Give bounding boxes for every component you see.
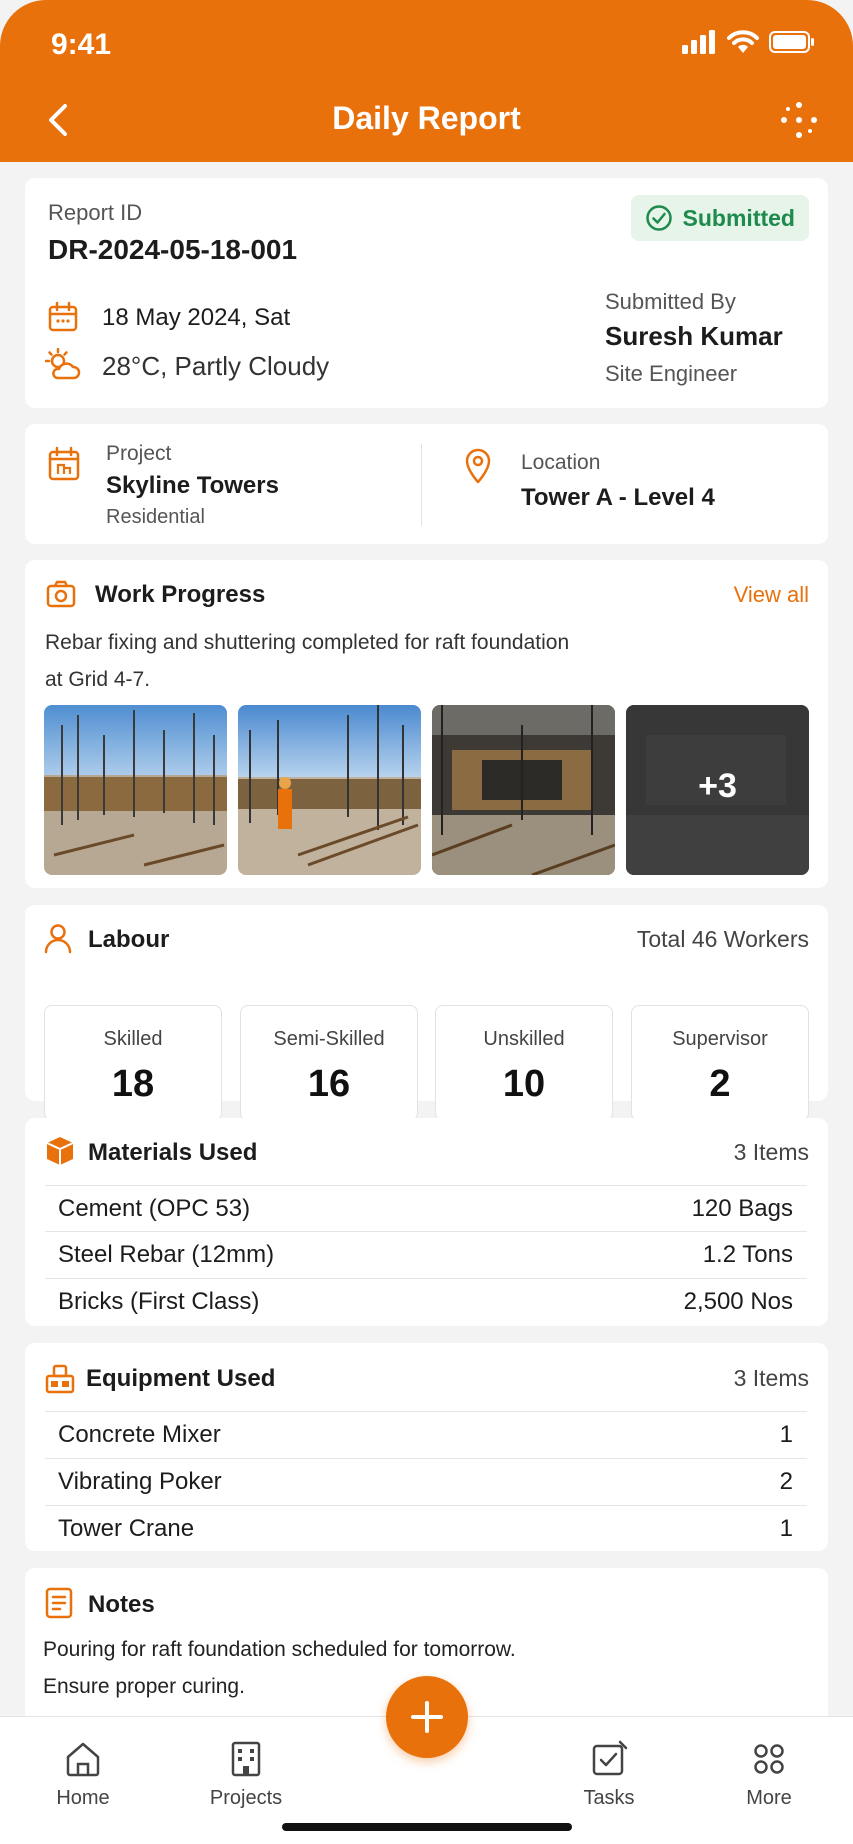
calendar-icon [48,301,78,332]
materials-count: 3 Items [733,1139,809,1165]
report-id-label: Report ID [48,200,143,225]
material-name: Cement (OPC 53) [58,1194,251,1222]
signal-icon [682,30,715,54]
report-summary-card: Report ID DR-2024-05-18-001 Submitted 18… [25,178,828,408]
more-options-button[interactable] [777,98,821,142]
view-all-link[interactable]: View all [734,582,809,608]
status-time: 9:41 [51,28,112,61]
labour-group-label: Unskilled [483,1028,565,1050]
tab-label: Home [56,1787,110,1809]
equipment-name: Concrete Mixer [58,1420,221,1448]
progress-photo[interactable] [432,705,615,875]
equipment-row: Tower Crane 1 [45,1505,807,1551]
tab-tasks[interactable]: Tasks [554,1737,664,1810]
app-header: 9:41 Daily Report [0,0,853,162]
tab-label: More [746,1787,792,1809]
material-row: Bricks (First Class) 2,500 Nos [45,1278,807,1324]
equipment-icon [45,1364,75,1394]
material-name: Bricks (First Class) [58,1287,260,1315]
camera-icon [46,580,76,608]
labour-group-label: Supervisor [672,1028,768,1050]
location-value: Tower A - Level 4 [521,484,715,511]
equipment-qty: 2 [779,1467,793,1495]
status-badge: Submitted [630,195,809,241]
tab-projects[interactable]: Projects [191,1737,301,1810]
home-indicator [282,1823,572,1831]
equipment-qty: 1 [779,1420,793,1448]
notes-line2: Ensure proper curing. [43,1675,245,1698]
project-name: Skyline Towers [106,472,279,499]
material-qty: 2,500 Nos [683,1287,793,1315]
labour-skilled: Skilled 18 [44,1005,222,1121]
notes-icon [45,1587,73,1619]
weather-text: 28°C, Partly Cloudy [102,351,330,381]
report-id: DR-2024-05-18-001 [48,234,298,265]
notes-title: Notes [88,1591,155,1618]
material-row: Steel Rebar (12mm) 1.2 Tons [45,1231,807,1277]
equipment-name: Tower Crane [58,1514,195,1542]
work-description-line2: at Grid 4-7. [45,668,151,691]
labour-group-value: 2 [709,1063,731,1105]
material-qty: 120 Bags [691,1194,793,1222]
check-circle-icon [645,205,672,231]
dots-grid-icon [781,102,817,138]
equipment-name: Vibrating Poker [58,1467,222,1495]
labour-supervisor: Supervisor 2 [631,1005,809,1121]
divider [421,444,422,526]
status-icons [681,30,815,54]
equipment-qty: 1 [779,1514,793,1542]
work-description-line1: Rebar fixing and shuttering completed fo… [45,631,570,654]
labour-title: Labour [88,926,170,953]
progress-photo[interactable] [44,705,227,875]
submitted-by-name: Suresh Kumar [605,321,783,351]
submitted-by-label: Submitted By [605,289,736,314]
equipment-row: Concrete Mixer 1 [45,1411,807,1457]
equipment-title: Equipment Used [86,1365,276,1392]
labour-group-value: 16 [307,1063,351,1105]
status-badge-label: Submitted [682,204,795,231]
wifi-icon [727,30,759,53]
battery-icon [769,31,814,53]
clipboard-check-icon [592,1740,628,1776]
tab-label: Projects [209,1787,283,1809]
material-name: Steel Rebar (12mm) [58,1240,275,1268]
work-progress-title: Work Progress [95,581,266,608]
building-icon [231,1741,261,1777]
labour-group-label: Semi-Skilled [273,1028,385,1050]
material-qty: 1.2 Tons [702,1240,793,1268]
project-calendar-icon [48,446,80,481]
location-label: Location [521,451,601,474]
grid-icon [754,1744,784,1774]
labour-unskilled: Unskilled 10 [435,1005,613,1121]
labour-semi-skilled: Semi-Skilled 16 [240,1005,418,1121]
equipment-row: Vibrating Poker 2 [45,1458,807,1504]
tab-home[interactable]: Home [28,1737,138,1810]
project-type: Residential [106,506,205,528]
home-icon [66,1742,100,1777]
location-pin-icon [465,448,491,484]
project-card: Project Skyline Towers Residential Locat… [25,424,828,544]
material-row: Cement (OPC 53) 120 Bags [45,1185,807,1231]
more-photos-count: +3 [698,767,737,805]
user-icon [44,924,72,954]
page-title: Daily Report [332,100,521,136]
more-photos-tile[interactable]: +3 [626,705,809,875]
plus-icon [411,1701,443,1733]
partly-cloudy-icon [45,348,81,380]
notes-line1: Pouring for raft foundation scheduled fo… [43,1638,516,1661]
progress-photo[interactable] [238,705,421,875]
labour-group-value: 10 [502,1063,546,1105]
equipment-count: 3 Items [733,1365,809,1391]
submitted-by-role: Site Engineer [605,361,738,386]
project-label: Project [106,442,172,465]
labour-group-label: Skilled [103,1028,163,1050]
box-icon [46,1137,74,1165]
add-report-button[interactable] [386,1676,468,1758]
labour-group-value: 18 [111,1063,155,1105]
materials-title: Materials Used [88,1139,258,1166]
tab-label: Tasks [583,1787,635,1809]
tab-more[interactable]: More [714,1737,824,1810]
report-date: 18 May 2024, Sat [102,304,291,331]
labour-total: Total 46 Workers [636,926,809,952]
